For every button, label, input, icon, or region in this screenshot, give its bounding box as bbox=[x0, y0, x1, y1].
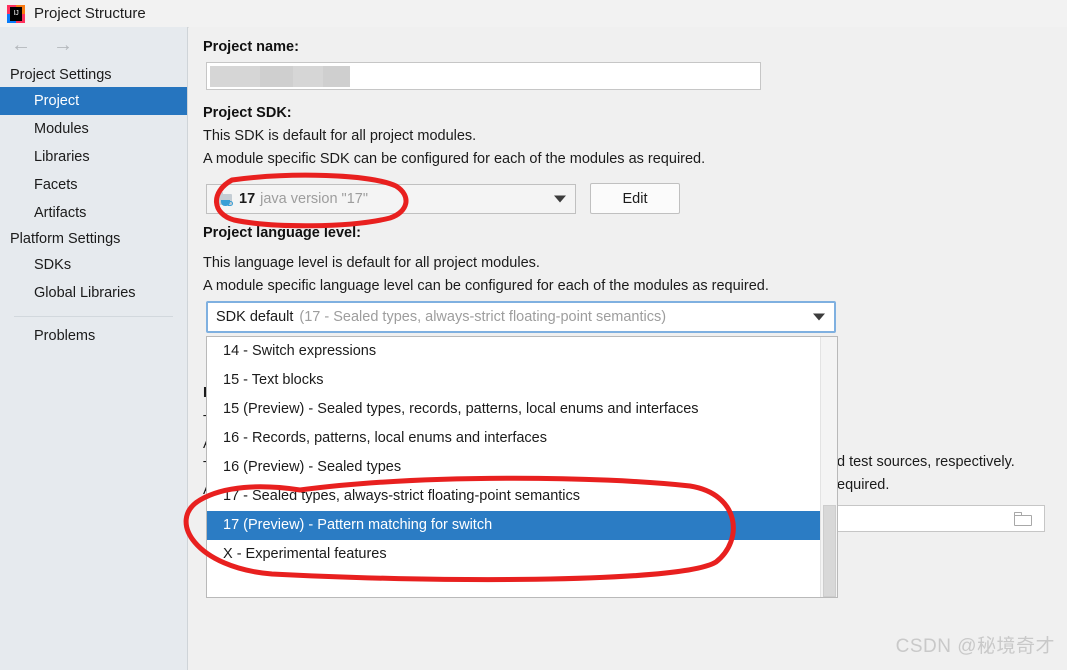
compiler-output-path-input[interactable] bbox=[837, 505, 1045, 532]
dropdown-option[interactable]: 16 - Records, patterns, local enums and … bbox=[207, 424, 837, 453]
dropdown-option[interactable]: 16 (Preview) - Sealed types bbox=[207, 453, 837, 482]
project-sdk-desc-2: A module specific SDK can be configured … bbox=[203, 151, 706, 167]
arrow-left-icon[interactable]: ← bbox=[8, 35, 34, 55]
navigation-buttons: ← → bbox=[0, 27, 187, 63]
sidebar-group-project-settings: Project Settings bbox=[10, 67, 112, 83]
title-bar: IJ Project Structure bbox=[0, 0, 1067, 28]
chevron-down-icon[interactable] bbox=[813, 313, 825, 321]
language-level-label: Project language level: bbox=[203, 225, 361, 241]
dropdown-option[interactable]: 17 - Sealed types, always-strict floatin… bbox=[207, 482, 837, 511]
language-level-desc-2: A module specific language level can be … bbox=[203, 278, 769, 294]
jdk-folder-icon bbox=[216, 191, 233, 207]
window-title: Project Structure bbox=[34, 5, 146, 22]
project-sdk-combo[interactable]: 17 java version "17" bbox=[206, 184, 576, 214]
language-level-value: SDK default bbox=[216, 309, 294, 325]
project-sdk-label: Project SDK: bbox=[203, 105, 292, 121]
sidebar-item-sdks[interactable]: SDKs bbox=[0, 251, 187, 279]
sdk-edit-button[interactable]: Edit bbox=[590, 183, 680, 214]
folder-browse-icon[interactable] bbox=[1014, 512, 1033, 527]
sidebar-item-libraries[interactable]: Libraries bbox=[0, 143, 187, 171]
project-settings-panel: Project name: Project SDK: This SDK is d… bbox=[189, 27, 1067, 670]
project-sdk-value: 17 bbox=[239, 191, 256, 207]
intellij-idea-icon: IJ bbox=[7, 4, 25, 23]
sidebar-item-modules[interactable]: Modules bbox=[0, 115, 187, 143]
chevron-down-icon[interactable] bbox=[554, 195, 566, 203]
sidebar-item-project[interactable]: Project bbox=[0, 87, 187, 115]
dropdown-option-selected[interactable]: 17 (Preview) - Pattern matching for swit… bbox=[207, 511, 837, 540]
project-name-input[interactable] bbox=[206, 62, 761, 90]
settings-sidebar: ← → Project Settings Project Modules Lib… bbox=[0, 27, 188, 670]
dropdown-scrollbar[interactable] bbox=[820, 337, 837, 597]
dropdown-scrollbar-thumb[interactable] bbox=[823, 505, 836, 597]
project-sdk-desc-1: This SDK is default for all project modu… bbox=[203, 128, 477, 144]
dropdown-option[interactable]: 14 - Switch expressions bbox=[207, 337, 837, 366]
csdn-watermark: CSDN @秘境奇才 bbox=[895, 636, 1055, 657]
arrow-right-icon[interactable]: → bbox=[50, 35, 76, 55]
project-structure-dialog: IJ Project Structure ← → Project Setting… bbox=[0, 0, 1067, 670]
sidebar-item-global-libraries[interactable]: Global Libraries bbox=[0, 279, 187, 307]
dropdown-option[interactable]: 15 - Text blocks bbox=[207, 366, 837, 395]
dropdown-option[interactable]: 15 (Preview) - Sealed types, records, pa… bbox=[207, 395, 837, 424]
language-level-desc-1: This language level is default for all p… bbox=[203, 255, 540, 271]
language-level-combo[interactable]: SDK default (17 - Sealed types, always-s… bbox=[206, 301, 836, 333]
project-name-label: Project name: bbox=[203, 39, 299, 55]
language-level-detail: (17 - Sealed types, always-strict floati… bbox=[299, 309, 667, 325]
language-level-dropdown[interactable]: 14 - Switch expressions 15 - Text blocks… bbox=[206, 336, 838, 598]
compiler-output-tail-1: d test sources, respectively. bbox=[837, 454, 1015, 470]
sidebar-group-platform-settings: Platform Settings bbox=[10, 231, 121, 247]
sidebar-item-artifacts[interactable]: Artifacts bbox=[0, 199, 187, 227]
dropdown-option[interactable]: X - Experimental features bbox=[207, 540, 837, 569]
compiler-output-tail-2: equired. bbox=[837, 477, 890, 493]
sidebar-item-facets[interactable]: Facets bbox=[0, 171, 187, 199]
project-sdk-detail: java version "17" bbox=[260, 191, 368, 207]
sidebar-item-problems[interactable]: Problems bbox=[0, 317, 187, 350]
